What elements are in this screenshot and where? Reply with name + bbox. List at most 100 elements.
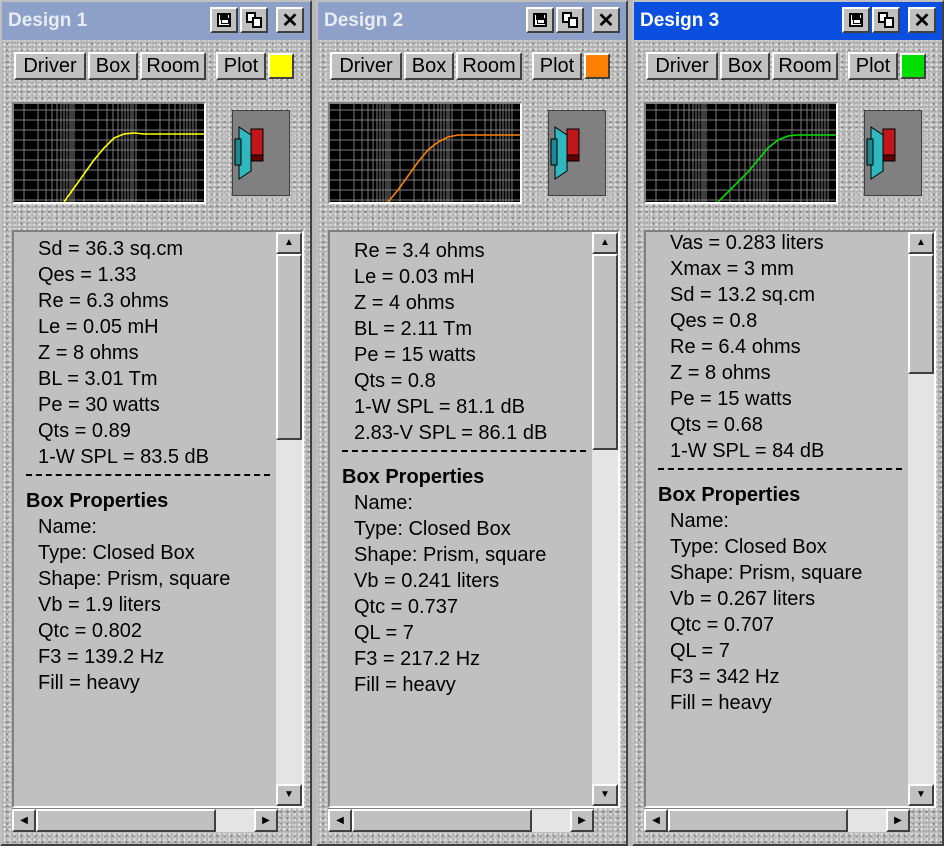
vertical-scrollbar[interactable]: ▲ ▼ [276, 232, 302, 806]
section-separator [342, 450, 586, 452]
box-properties-heading: Box Properties [342, 466, 485, 488]
speaker-box-icon[interactable] [864, 110, 922, 196]
properties-text: Vas = 0.283 liters Xmax = 3 mm Sd = 13.2 s… [646, 232, 908, 806]
response-plot-thumbnail[interactable] [12, 102, 206, 204]
box-property: Name: [354, 492, 413, 514]
section-separator [26, 474, 270, 476]
driver-button[interactable]: Driver [14, 52, 86, 80]
plot-color-swatch[interactable] [268, 53, 294, 79]
copy-button[interactable] [556, 7, 584, 33]
response-curve-graph [646, 104, 836, 202]
box-property: Name: [670, 510, 729, 532]
plot-button[interactable]: Plot [216, 52, 266, 80]
scroll-up-button[interactable]: ▲ [592, 232, 618, 254]
speaker-driver-icon [550, 126, 580, 180]
horizontal-scrollbar[interactable]: ◀ ▶ [644, 808, 910, 832]
close-button[interactable]: ✕ [276, 7, 304, 33]
scroll-right-button[interactable]: ▶ [886, 809, 910, 832]
box-property: Shape: Prism, square [38, 568, 231, 590]
properties-panel[interactable]: Vas = 0.283 liters Xmax = 3 mm Sd = 13.2 s… [644, 230, 936, 808]
frequency-response-curve [63, 132, 204, 202]
scroll-thumb[interactable] [908, 254, 934, 374]
horizontal-scrollbar[interactable]: ◀ ▶ [12, 808, 278, 832]
driver-button[interactable]: Driver [330, 52, 402, 80]
scroll-thumb[interactable] [592, 254, 618, 450]
horizontal-scrollbar[interactable]: ◀ ▶ [328, 808, 594, 832]
scroll-right-button[interactable]: ▶ [254, 809, 278, 832]
response-plot-thumbnail[interactable] [328, 102, 522, 204]
box-property: Fill = heavy [670, 692, 772, 714]
driver-property: Le = 0.03 mH [354, 266, 475, 288]
title-bar[interactable]: Design 2 ✕ [318, 2, 626, 40]
box-property: Vb = 1.9 liters [38, 594, 161, 616]
floppy-disk-icon [217, 13, 231, 27]
box-property: Vb = 0.241 liters [354, 570, 500, 592]
driver-property: Qes = 1.33 [38, 264, 137, 286]
driver-property: Pe = 15 watts [670, 388, 792, 410]
scroll-down-button[interactable]: ▼ [276, 784, 302, 806]
title-bar[interactable]: Design 3 ✕ [634, 2, 942, 40]
close-button[interactable]: ✕ [592, 7, 620, 33]
save-button[interactable] [210, 7, 238, 33]
properties-text: Re = 3.4 ohms Le = 0.03 mH Z = 4 ohms BL = … [330, 232, 592, 806]
box-button[interactable]: Box [720, 52, 770, 80]
horizontal-scroll-thumb[interactable] [36, 809, 216, 832]
box-property: F3 = 342 Hz [670, 666, 780, 688]
box-button[interactable]: Box [404, 52, 454, 80]
driver-property: Qes = 0.8 [670, 310, 758, 332]
title-bar[interactable]: Design 1 ✕ [2, 2, 310, 40]
box-property: Name: [38, 516, 97, 538]
plot-color-swatch[interactable] [900, 53, 926, 79]
speaker-box-icon[interactable] [548, 110, 606, 196]
box-property: Vb = 0.267 liters [670, 588, 816, 610]
scroll-up-button[interactable]: ▲ [908, 232, 934, 254]
driver-property: Vas = 0.283 liters [670, 232, 824, 254]
copy-button[interactable] [240, 7, 268, 33]
close-button[interactable]: ✕ [908, 7, 936, 33]
driver-property: Pe = 15 watts [354, 344, 476, 366]
plot-button[interactable]: Plot [848, 52, 898, 80]
driver-property: 1-W SPL = 84 dB [670, 440, 825, 462]
room-button[interactable]: Room [140, 52, 206, 80]
window-title: Design 1 [8, 10, 88, 31]
vertical-scrollbar[interactable]: ▲ ▼ [592, 232, 618, 806]
horizontal-scroll-thumb[interactable] [668, 809, 848, 832]
plot-color-swatch[interactable] [584, 53, 610, 79]
box-property: Qtc = 0.707 [670, 614, 774, 636]
copy-icon [878, 12, 894, 28]
scroll-down-button[interactable]: ▼ [908, 784, 934, 806]
speaker-driver-icon [866, 126, 896, 180]
driver-property: Le = 0.05 mH [38, 316, 159, 338]
copy-icon [562, 12, 578, 28]
box-property: QL = 7 [670, 640, 730, 662]
vertical-scrollbar[interactable]: ▲ ▼ [908, 232, 934, 806]
box-property: Fill = heavy [38, 672, 140, 694]
driver-button[interactable]: Driver [646, 52, 718, 80]
speaker-box-icon[interactable] [232, 110, 290, 196]
save-button[interactable] [526, 7, 554, 33]
box-property: Shape: Prism, square [354, 544, 547, 566]
properties-panel[interactable]: Re = 3.4 ohms Le = 0.03 mH Z = 4 ohms BL = … [328, 230, 620, 808]
scroll-left-button[interactable]: ◀ [644, 809, 668, 832]
scroll-up-button[interactable]: ▲ [276, 232, 302, 254]
scroll-left-button[interactable]: ◀ [328, 809, 352, 832]
scroll-thumb[interactable] [276, 254, 302, 440]
driver-property: BL = 3.01 Tm [38, 368, 158, 390]
response-plot-thumbnail[interactable] [644, 102, 838, 204]
box-property: F3 = 217.2 Hz [354, 648, 481, 670]
room-button[interactable]: Room [772, 52, 838, 80]
save-button[interactable] [842, 7, 870, 33]
scroll-down-button[interactable]: ▼ [592, 784, 618, 806]
scroll-right-button[interactable]: ▶ [570, 809, 594, 832]
frequency-response-curve [717, 134, 836, 202]
copy-button[interactable] [872, 7, 900, 33]
properties-text: Sd = 36.3 sq.cm Qes = 1.33 Re = 6.3 ohms Le… [14, 232, 276, 806]
scroll-left-button[interactable]: ◀ [12, 809, 36, 832]
box-button[interactable]: Box [88, 52, 138, 80]
properties-panel[interactable]: Sd = 36.3 sq.cm Qes = 1.33 Re = 6.3 ohms Le… [12, 230, 304, 808]
room-button[interactable]: Room [456, 52, 522, 80]
plot-button[interactable]: Plot [532, 52, 582, 80]
driver-property: Z = 8 ohms [670, 362, 771, 384]
horizontal-scroll-thumb[interactable] [352, 809, 532, 832]
response-curve-graph [330, 104, 520, 202]
